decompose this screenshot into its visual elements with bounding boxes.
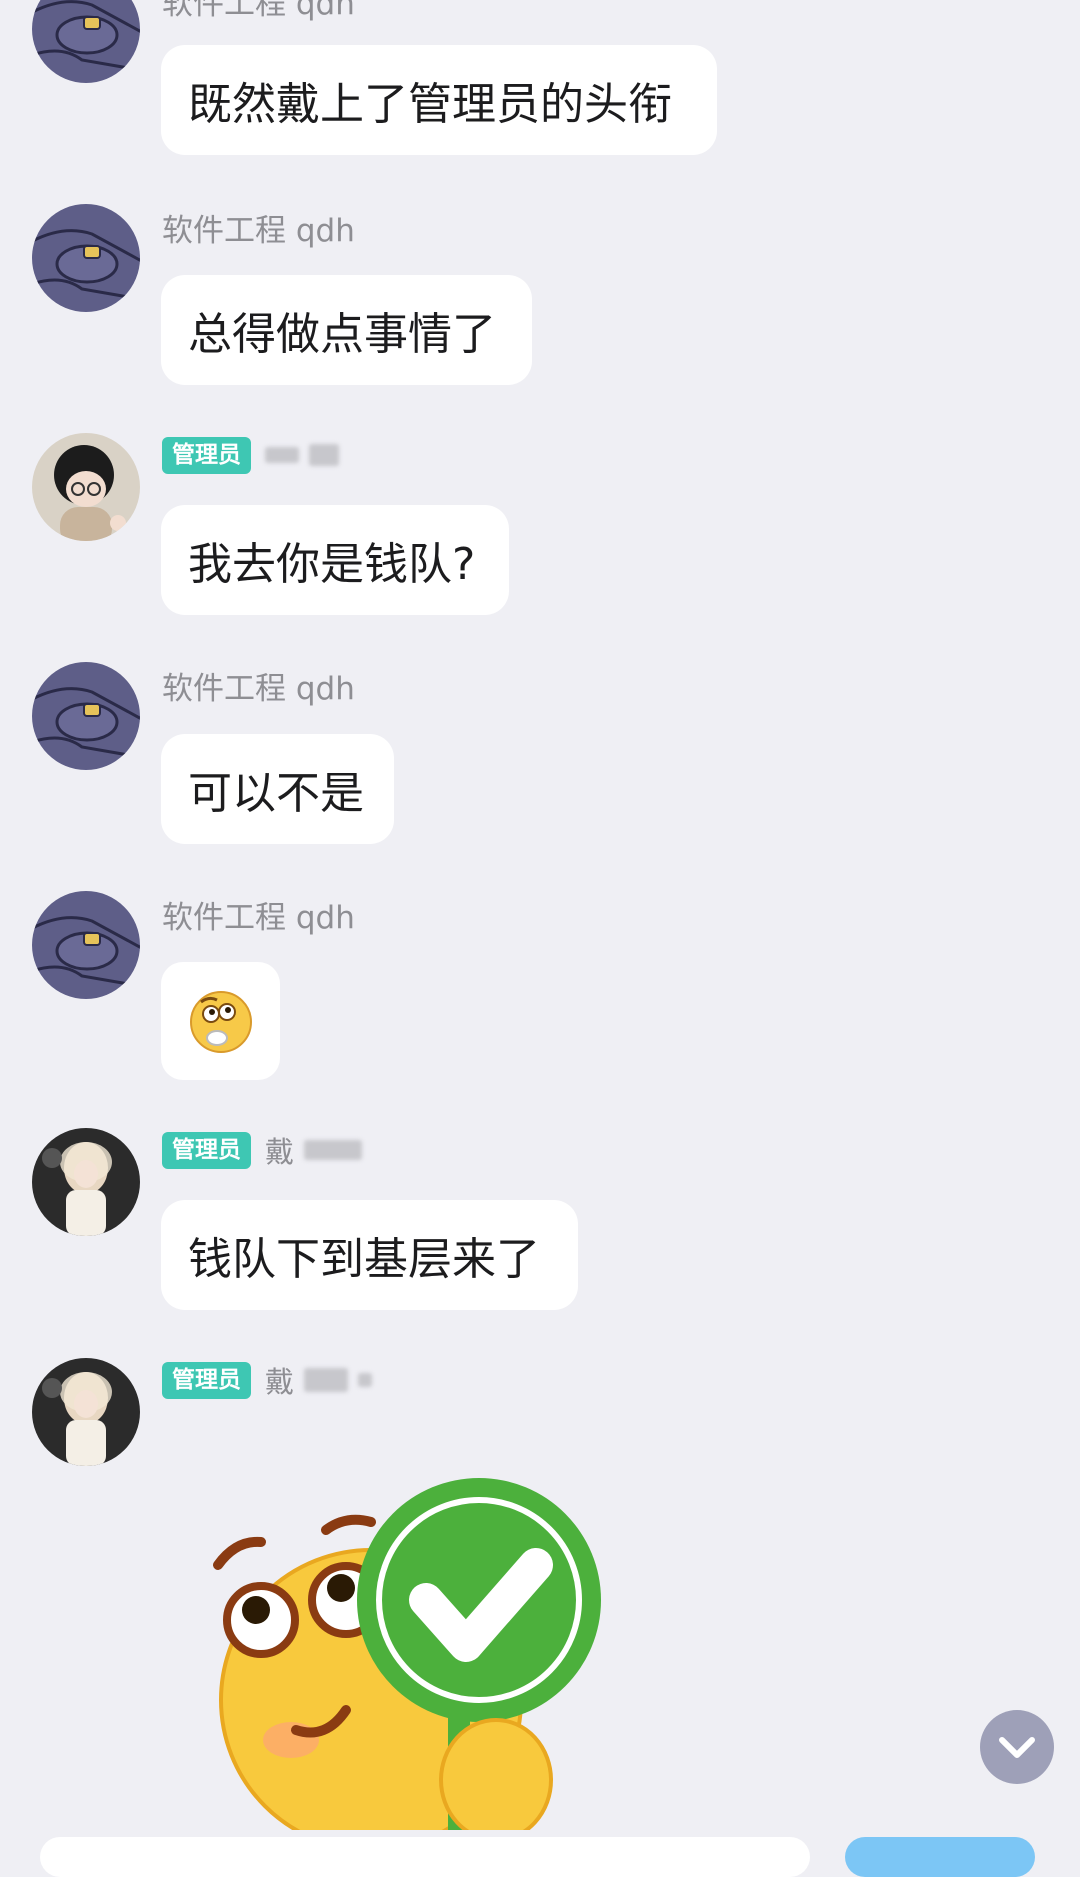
avatar-admin-dai[interactable] <box>32 1358 140 1466</box>
message-bubble[interactable]: 总得做点事情了 <box>161 275 532 385</box>
avatar-user-qdh[interactable] <box>32 662 140 770</box>
chat-message-list[interactable]: 软件工程 qdh 既然戴上了管理员的头衔 软件工程 qdh 总得做点事情了 管理… <box>0 0 1080 1877</box>
sender-label: 软件工程 qdh <box>162 212 355 249</box>
avatar-user-qdh[interactable] <box>32 204 140 312</box>
blurred-sender-name: 戴 <box>265 1129 363 1171</box>
message-bubble[interactable]: 既然戴上了管理员的头衔 <box>161 45 717 155</box>
message-input-field[interactable] <box>40 1837 810 1877</box>
admin-badge: 管理员 <box>162 1131 251 1169</box>
avatar-admin-dai[interactable] <box>32 1128 140 1236</box>
sender-name: 软件工程 qdh <box>162 663 355 707</box>
send-button[interactable] <box>845 1837 1035 1877</box>
avatar-admin[interactable] <box>32 433 140 541</box>
sender-name-visible-char: 戴 <box>265 1365 295 1399</box>
emoji-bubble[interactable] <box>161 962 280 1080</box>
message-text: 可以不是 <box>188 768 364 819</box>
sender-name: 软件工程 qdh <box>162 892 355 936</box>
avatar-user-qdh[interactable] <box>32 891 140 999</box>
admin-badge: 管理员 <box>162 436 251 474</box>
sender-label: 软件工程 qdh <box>162 670 355 707</box>
sender-label: 软件工程 qdh <box>162 0 355 22</box>
message-text: 既然戴上了管理员的头衔 <box>188 79 672 130</box>
thinking-face-sticker-icon <box>190 991 252 1053</box>
message-text: 总得做点事情了 <box>188 309 496 360</box>
message-bubble[interactable]: 钱队下到基层来了 <box>161 1200 578 1310</box>
sender-name: 管理员 戴 <box>162 1128 363 1172</box>
avatar-user-qdh[interactable] <box>32 0 140 83</box>
message-bubble[interactable]: 可以不是 <box>161 734 394 844</box>
sender-label: 软件工程 qdh <box>162 899 355 936</box>
chevron-down-icon <box>999 1737 1035 1758</box>
sender-name: 管理员 戴 <box>162 1358 373 1402</box>
message-text: 钱队下到基层来了 <box>188 1234 540 1285</box>
sender-name: 管理员 <box>162 433 339 477</box>
sender-name-visible-char: 戴 <box>265 1135 295 1169</box>
blurred-sender-name: 戴 <box>265 1359 373 1401</box>
sender-name: 软件工程 qdh <box>162 0 355 22</box>
emoji-check-sign-sticker[interactable] <box>196 1470 616 1830</box>
blurred-sender-name <box>265 444 339 466</box>
sender-name: 软件工程 qdh <box>162 205 355 249</box>
message-text: 我去你是钱队? <box>188 539 476 590</box>
admin-badge: 管理员 <box>162 1361 251 1399</box>
message-bubble[interactable]: 我去你是钱队? <box>161 505 509 615</box>
scroll-to-bottom-button[interactable] <box>980 1710 1054 1784</box>
